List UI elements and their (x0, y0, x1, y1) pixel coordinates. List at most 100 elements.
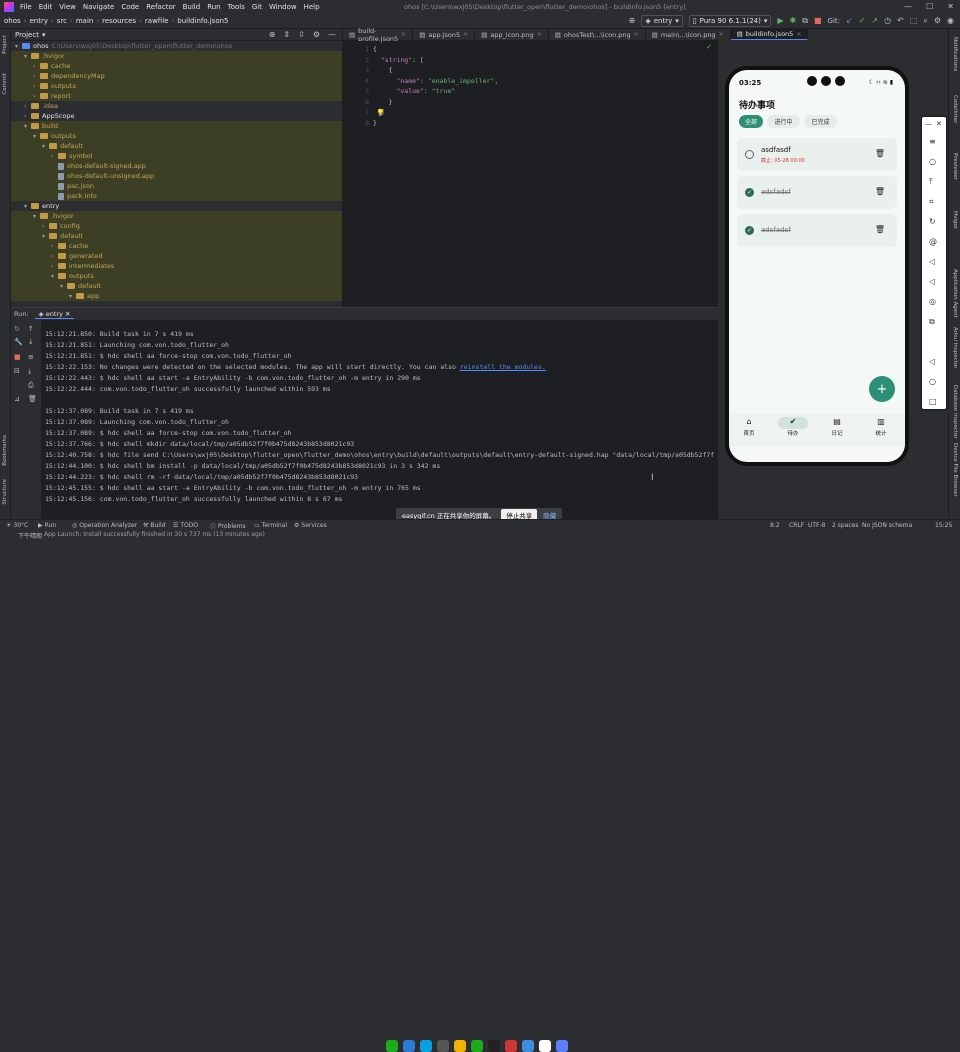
tree-row[interactable]: ▾ .hvigor (11, 211, 342, 221)
tree-row[interactable]: › generated (11, 251, 342, 261)
wechat-icon[interactable] (386, 1040, 398, 1052)
editor-tab[interactable]: ▤ ohosTest\...\icon.png ✕ (549, 29, 646, 40)
menu-item-window[interactable]: Window (269, 3, 297, 11)
close-icon[interactable]: ✕ (401, 31, 406, 38)
todo-checkbox[interactable]: ✓ (745, 226, 754, 235)
location-icon[interactable]: @ (929, 237, 937, 246)
tree-row[interactable]: ohos-default-unsigned.app (11, 171, 342, 181)
filter-chip[interactable]: 全部 (739, 115, 763, 128)
git-update-icon[interactable]: ↙ (846, 17, 853, 25)
scroll-end-icon[interactable]: ⤓ (28, 368, 31, 375)
weather-widget[interactable]: ☀ 30°C (6, 522, 28, 529)
hide-icon[interactable]: — (328, 30, 336, 39)
bottom-nav-item[interactable]: ▤ 日记 (822, 417, 852, 437)
delete-icon[interactable]: 🗑 (875, 149, 885, 158)
todo-checkbox[interactable]: ✓ (745, 188, 754, 197)
problems-tool-tab[interactable]: ⓘ Problems (210, 522, 246, 531)
right-tool-tab-arkui-inspector[interactable]: Arkui Inspector (952, 327, 958, 368)
right-tool-tab-device-file-browser[interactable]: Device File Browser (952, 443, 958, 497)
close-icon[interactable]: ✕ (719, 31, 724, 38)
screenshot-icon[interactable]: ⧉ (929, 317, 935, 327)
editor-tab[interactable]: ▤ app_icon.png ✕ (475, 29, 549, 40)
module-selector[interactable]: ◈ entry ▾ (641, 15, 683, 27)
tree-row[interactable]: › config (11, 221, 342, 231)
rider-icon[interactable] (488, 1040, 500, 1052)
filter-chip[interactable]: 进行中 (767, 115, 800, 128)
right-tool-tab-database-inspector[interactable]: Database Inspector (952, 385, 958, 439)
filter-chip[interactable]: 已完成 (804, 115, 837, 128)
menu-item-file[interactable]: File (20, 3, 32, 11)
reinstall-modules-link[interactable]: reinstall the modules. (460, 363, 546, 371)
print-icon[interactable]: ⎙ (28, 382, 34, 389)
app-icon[interactable] (437, 1040, 449, 1052)
right-tool-tab-notifications[interactable]: Notifications (952, 37, 958, 71)
bottom-nav-item[interactable]: ▥ 统计 (866, 417, 896, 437)
caret-position[interactable]: 8:2 (770, 522, 780, 529)
expand-all-icon[interactable]: ⇕ (283, 30, 290, 39)
vscode-icon[interactable] (403, 1040, 415, 1052)
tree-row[interactable]: › dependencyMap (11, 71, 342, 81)
upload-icon[interactable]: ⤒ (929, 177, 933, 187)
structure-tool-tab[interactable]: Structure (2, 479, 8, 505)
rollback-icon[interactable]: ↶ (897, 17, 904, 25)
deveco-icon[interactable] (556, 1040, 568, 1052)
todo-checkbox[interactable] (745, 150, 754, 159)
harmony-logo-icon[interactable]: ◉ (947, 17, 954, 25)
tree-row[interactable]: › symbol (11, 151, 342, 161)
menu-item-edit[interactable]: Edit (39, 3, 53, 11)
tree-row[interactable]: › report (11, 91, 342, 101)
breadcrumb-item[interactable]: main (76, 17, 94, 25)
menu-item-view[interactable]: View (59, 3, 76, 11)
target-icon[interactable]: ⊕ (629, 17, 636, 25)
todo-item[interactable]: ✓ adsfadsf 🗑 (737, 176, 897, 209)
close-icon[interactable]: ✕ (463, 31, 468, 38)
close-icon[interactable]: ✕ (634, 31, 639, 38)
breadcrumb-item[interactable]: ohos (4, 17, 21, 25)
breadcrumb-item[interactable]: resources (102, 17, 136, 25)
edge-icon[interactable] (420, 1040, 432, 1052)
commit-tool-tab[interactable]: Commit (2, 73, 8, 95)
tree-row[interactable]: ▾ default (11, 141, 342, 151)
tree-row[interactable]: ▾ build (11, 121, 342, 131)
phone-screen[interactable]: 03:25 ☾ ‹› ≋ ▮ 待办事项 全部 进行中 已完成 asdfasdf 截止:… (729, 70, 905, 462)
debug-icon[interactable]: ✱ (790, 17, 797, 25)
todo-item[interactable]: asdfasdf 截止: 05-28 00:00 🗑 (737, 138, 897, 171)
menu-icon[interactable]: ≡ (929, 137, 936, 146)
menu-item-tools[interactable]: Tools (228, 3, 245, 11)
close-icon[interactable]: ✕ (947, 2, 954, 11)
volume-up-icon[interactable]: ◁ (929, 257, 935, 266)
stop-icon[interactable]: ■ (14, 354, 21, 361)
editor-tab[interactable]: ▤ build-profile.json5 ✕ (343, 27, 414, 43)
crop-icon[interactable]: ⌗ (929, 197, 934, 207)
tree-row[interactable]: ▾ entry (11, 201, 342, 211)
tree-row[interactable]: › AppScope (11, 111, 342, 121)
menu-item-git[interactable]: Git (252, 3, 262, 11)
build-tool-tab[interactable]: ⚒ Build (143, 522, 165, 529)
rerun-icon[interactable]: ↻ (14, 326, 20, 333)
bottom-nav-item[interactable]: ⌂ 首页 (734, 417, 764, 437)
maximize-icon[interactable]: ☐ (926, 2, 933, 11)
tree-row[interactable]: › .idea (11, 101, 342, 111)
fingerprint-icon[interactable]: ◎ (929, 297, 936, 306)
tree-row[interactable]: ohos-default-signed.app (11, 161, 342, 171)
run-config-tab[interactable]: ◈ entry ✕ (34, 310, 75, 319)
scroll-down-icon[interactable]: ↓ (28, 339, 34, 346)
bookmarks-tool-tab[interactable]: Bookmarks (2, 435, 8, 466)
folder-icon[interactable] (454, 1040, 466, 1052)
menu-item-refactor[interactable]: Refactor (146, 3, 175, 11)
bottom-nav-item[interactable]: ✔ 待办 (778, 417, 808, 437)
tree-row[interactable]: ▾ default (11, 281, 342, 291)
todo-item[interactable]: ✓ adsfadsf 🗑 (737, 214, 897, 247)
pin-icon[interactable]: ⊿ (14, 396, 20, 403)
maps-icon[interactable] (522, 1040, 534, 1052)
services-tool-tab[interactable]: ⚙ Services (294, 522, 327, 529)
menu-item-run[interactable]: Run (207, 3, 220, 11)
line-separator[interactable]: CRLF (789, 522, 804, 529)
menu-item-navigate[interactable]: Navigate (83, 3, 114, 11)
close-icon[interactable]: ✕ (796, 31, 801, 38)
tree-row[interactable]: pac.json (11, 181, 342, 191)
breadcrumb-item[interactable]: buildinfo.json5 (177, 17, 228, 25)
tree-row[interactable]: ▾ app (11, 291, 342, 301)
recent-icon[interactable]: □ (929, 397, 937, 406)
editor-tab[interactable]: ▤ main\...\icon.png ✕ (646, 29, 731, 40)
